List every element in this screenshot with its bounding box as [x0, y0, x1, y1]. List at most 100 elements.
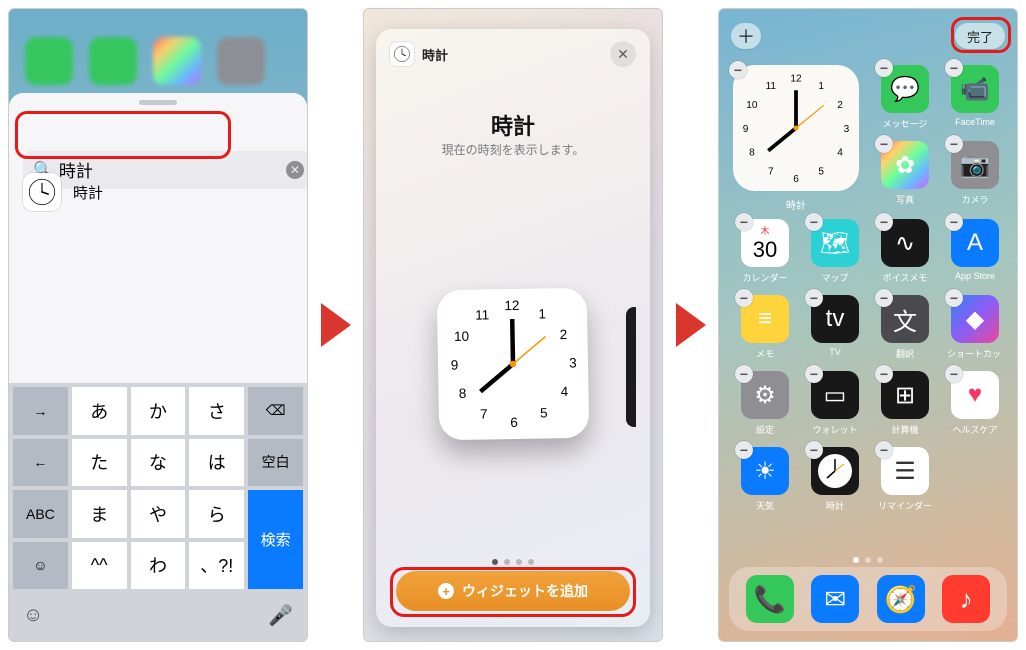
key-☺[interactable]: ☺ [11, 540, 70, 592]
next-widget-peek[interactable] [626, 307, 636, 427]
app-label: 設定 [737, 423, 793, 436]
remove-badge[interactable]: − [875, 365, 893, 383]
key-→[interactable]: → [11, 385, 70, 437]
app-label: ウォレット [807, 423, 863, 436]
key-か[interactable]: か [129, 385, 188, 437]
home-screen-grid[interactable]: − 1212 345 678 91011 時計 −💬メッセージ−📹FaceTim… [729, 59, 1007, 551]
svg-text:6: 6 [793, 174, 799, 185]
emoji-key[interactable]: ☺ [23, 604, 43, 627]
widget-search-sheet: 🔍 ✕ キャンセル 時計 →あかさ⌫←たなは空白ABCまやら検索☺^^わ、?! … [9, 93, 307, 641]
add-widget-plus-button[interactable]: ＋ [731, 23, 761, 49]
remove-badge[interactable]: − [735, 365, 753, 383]
page-indicator[interactable] [376, 559, 650, 565]
remove-badge[interactable]: − [945, 135, 963, 153]
japanese-kana-keyboard[interactable]: →あかさ⌫←たなは空白ABCまやら検索☺^^わ、?! ☺ 🎤 [9, 383, 307, 641]
key-は[interactable]: は [187, 437, 246, 489]
remove-badge[interactable]: − [875, 135, 893, 153]
remove-badge[interactable]: − [805, 213, 823, 231]
app-photos[interactable]: −✿写真 [877, 141, 933, 206]
remove-badge[interactable]: − [735, 441, 753, 459]
app-clock[interactable]: −時計 [807, 447, 863, 512]
app-label: 時計 [807, 499, 863, 512]
dock-phone[interactable]: 📞 [746, 575, 794, 623]
mic-key[interactable]: 🎤 [268, 603, 293, 628]
svg-text:5: 5 [540, 405, 548, 420]
clock-widget[interactable]: − 1212 345 678 91011 [733, 65, 859, 191]
app-translate[interactable]: −文翻訳 [877, 295, 933, 360]
app-appstore[interactable]: −AApp Store [947, 219, 1003, 281]
key-さ[interactable]: さ [187, 385, 246, 437]
app-tv[interactable]: −tvTV [807, 295, 863, 357]
plus-icon: + [438, 583, 454, 599]
remove-badge[interactable]: − [875, 289, 893, 307]
remove-badge[interactable]: − [945, 59, 963, 77]
clear-search-button[interactable]: ✕ [286, 161, 304, 179]
remove-badge[interactable]: − [945, 289, 963, 307]
dock-music[interactable]: ♪ [942, 575, 990, 623]
add-widget-button[interactable]: + ウィジェットを追加 [396, 571, 630, 611]
key-、?![interactable]: 、?! [187, 540, 246, 592]
key-ま[interactable]: ま [70, 488, 129, 540]
app-wallet[interactable]: −▭ウォレット [807, 371, 863, 436]
app-shortcuts[interactable]: −◆ショートカット [947, 295, 1003, 360]
key-ABC[interactable]: ABC [11, 488, 70, 540]
svg-text:9: 9 [743, 124, 749, 135]
key-^^[interactable]: ^^ [70, 540, 129, 592]
app-camera[interactable]: −📷カメラ [947, 141, 1003, 206]
key-空白[interactable]: 空白 [246, 437, 305, 489]
remove-badge[interactable]: − [945, 365, 963, 383]
key-や[interactable]: や [129, 488, 188, 540]
app-health[interactable]: −♥ヘルスケア [947, 371, 1003, 436]
key-な[interactable]: な [129, 437, 188, 489]
key-わ[interactable]: わ [129, 540, 188, 592]
app-label: リマインダー [877, 499, 933, 512]
done-button[interactable]: 完了 [955, 23, 1005, 49]
remove-badge[interactable]: − [735, 213, 753, 231]
app-calculator[interactable]: −⊞計算機 [877, 371, 933, 436]
remove-badge[interactable]: − [875, 59, 893, 77]
remove-badge[interactable]: − [945, 213, 963, 231]
app-reminders[interactable]: −☰リマインダー [877, 447, 933, 512]
close-button[interactable]: ✕ [610, 41, 636, 67]
key-検索[interactable]: 検索 [246, 488, 305, 591]
page-indicator[interactable] [719, 557, 1017, 563]
remove-badge[interactable]: − [805, 289, 823, 307]
dock-safari[interactable]: 🧭 [877, 575, 925, 623]
remove-badge[interactable]: − [805, 441, 823, 459]
key-⌫[interactable]: ⌫ [246, 385, 305, 437]
widget-app-label: 時計 [422, 45, 448, 64]
remove-badge[interactable]: − [875, 441, 893, 459]
app-label: メッセージ [877, 117, 933, 130]
app-facetime[interactable]: −📹FaceTime [947, 65, 1003, 127]
svg-text:3: 3 [844, 124, 850, 135]
key-た[interactable]: た [70, 437, 129, 489]
svg-text:4: 4 [561, 384, 569, 399]
remove-badge[interactable]: − [729, 61, 747, 79]
app-notes[interactable]: −≡メモ [737, 295, 793, 360]
app-messages[interactable]: −💬メッセージ [877, 65, 933, 130]
widget-preview-tile[interactable]: 1212 345 678 91011 [437, 288, 590, 441]
screen-3-home-jiggle: ＋ 完了 − 1212 345 678 91011 時計 −💬メッセージ−📹Fa… [718, 8, 1018, 642]
app-weather[interactable]: −☀天気 [737, 447, 793, 512]
search-result-label: 時計 [73, 182, 103, 203]
key-ら[interactable]: ら [187, 488, 246, 540]
remove-badge[interactable]: − [805, 365, 823, 383]
svg-text:12: 12 [504, 298, 519, 313]
app-label: FaceTime [947, 117, 1003, 127]
app-label: マップ [807, 271, 863, 284]
dock-mail[interactable]: ✉ [811, 575, 859, 623]
app-maps[interactable]: −🗺マップ [807, 219, 863, 284]
sheet-grabber[interactable] [139, 100, 177, 105]
app-calendar[interactable]: −木30カレンダー [737, 219, 793, 284]
svg-text:1: 1 [818, 81, 824, 92]
key-←[interactable]: ← [11, 437, 70, 489]
key-あ[interactable]: あ [70, 385, 129, 437]
svg-text:11: 11 [475, 307, 489, 322]
screen-1-widget-search: 🔍 ✕ キャンセル 時計 →あかさ⌫←たなは空白ABCまやら検索☺^^わ、?! … [8, 8, 308, 642]
search-result-row[interactable]: 時計 [23, 173, 103, 211]
app-voicememo[interactable]: −∿ボイスメモ [877, 219, 933, 284]
remove-badge[interactable]: − [875, 213, 893, 231]
remove-badge[interactable]: − [735, 289, 753, 307]
widget-detail-sheet: 時計 ✕ 時計 現在の時刻を表示します。 1212 345 678 91011 [376, 29, 650, 627]
app-settings[interactable]: −⚙設定 [737, 371, 793, 436]
